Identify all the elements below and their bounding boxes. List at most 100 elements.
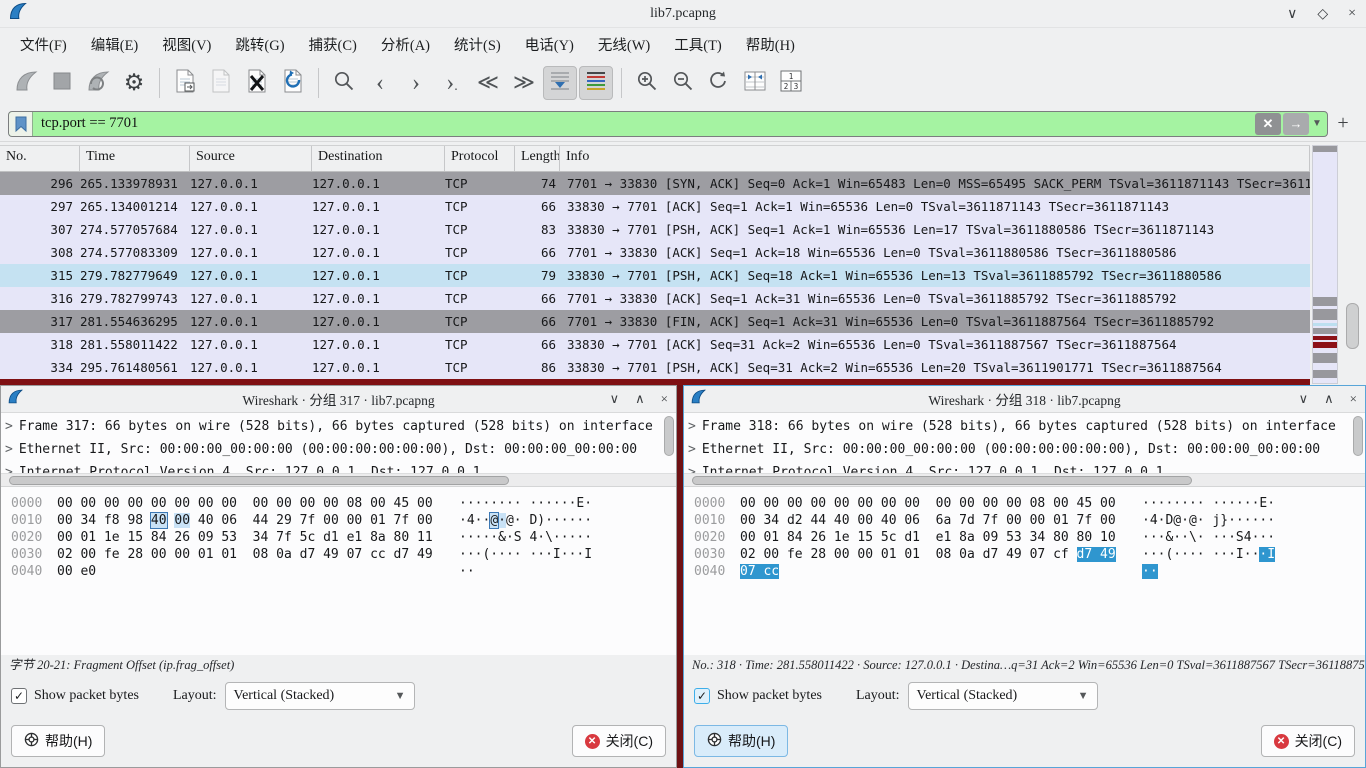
expander-icon[interactable]: > [5, 442, 13, 457]
menu-item-3[interactable]: 跳转(G) [225, 30, 294, 59]
packet-row-316[interactable]: 316279.782799743127.0.0.1127.0.0.1TCP667… [0, 287, 1310, 310]
menu-item-7[interactable]: 电话(Y) [515, 30, 584, 59]
minimize-icon[interactable]: ∨ [1287, 6, 1297, 23]
maximize-icon[interactable]: ∧ [635, 391, 645, 407]
hex-line[interactable]: 000000 00 00 00 00 00 00 00 00 00 00 00 … [11, 495, 676, 512]
close-icon[interactable]: × [1350, 391, 1357, 407]
save-file-button[interactable] [204, 66, 238, 100]
filter-add-button[interactable]: + [1328, 112, 1358, 135]
menu-item-5[interactable]: 分析(A) [371, 30, 440, 59]
minimize-icon[interactable]: ∨ [1299, 391, 1309, 407]
open-file-button[interactable] [168, 66, 202, 100]
column-destination[interactable]: Destination [312, 146, 445, 171]
filter-bookmark-icon[interactable] [9, 112, 33, 136]
packet-row-296[interactable]: 296265.133978931127.0.0.1127.0.0.1TCP747… [0, 172, 1310, 195]
stop-capture-button[interactable] [45, 66, 79, 100]
help-button[interactable]: 帮助(H) [11, 725, 105, 757]
hex-line[interactable]: 003002 00 fe 28 00 00 01 01 08 0a d7 49 … [11, 546, 676, 563]
column-protocol[interactable]: Protocol [445, 146, 515, 171]
start-capture-button[interactable] [9, 66, 43, 100]
tree-scrollbar-thumb[interactable] [1353, 416, 1363, 456]
expander-icon[interactable]: > [688, 419, 696, 434]
tree-scrollbar-thumb[interactable] [664, 416, 674, 456]
show-packet-bytes-checkbox[interactable]: ✓ [694, 688, 710, 704]
restart-capture-button[interactable] [81, 66, 115, 100]
reload-file-button[interactable] [276, 66, 310, 100]
go-next-packet-button[interactable]: › [399, 66, 433, 100]
capture-options-button[interactable]: ⚙ [117, 66, 151, 100]
tree-item[interactable]: >Internet Protocol Version 4, Src: 127.0… [688, 461, 1351, 473]
column-no[interactable]: No. [0, 146, 80, 171]
close-icon[interactable]: × [661, 391, 668, 407]
close-button[interactable]: ✕关闭(C) [572, 725, 666, 757]
display-filter-input[interactable] [33, 112, 1253, 136]
tree-item[interactable]: >Frame 318: 66 bytes on wire (528 bits),… [688, 415, 1351, 438]
hex-line[interactable]: 002000 01 1e 15 84 26 09 53 34 7f 5c d1 … [11, 529, 676, 546]
column-length[interactable]: Length [515, 146, 560, 171]
filter-dropdown-icon[interactable]: ▼ [1309, 113, 1325, 135]
packet-row-334[interactable]: 334295.761480561127.0.0.1127.0.0.1TCP863… [0, 356, 1310, 379]
horizontal-scrollbar-thumb[interactable] [692, 476, 1192, 485]
layout-select[interactable]: Vertical (Stacked)▼ [225, 682, 415, 710]
layout-select[interactable]: Vertical (Stacked)▼ [908, 682, 1098, 710]
packet-row-297[interactable]: 297265.134001214127.0.0.1127.0.0.1TCP663… [0, 195, 1310, 218]
maximize-icon[interactable]: ∧ [1324, 391, 1334, 407]
menu-item-4[interactable]: 捕获(C) [299, 30, 367, 59]
hex-line[interactable]: 004000 e0·· [11, 563, 676, 580]
hex-line[interactable]: 001000 34 d2 44 40 00 40 06 6a 7d 7f 00 … [694, 512, 1365, 529]
expander-icon[interactable]: > [5, 465, 13, 473]
go-last-packet-button[interactable]: ≫ [507, 66, 541, 100]
menu-item-8[interactable]: 无线(W) [588, 30, 660, 59]
hex-line[interactable]: 004007 cc·· [694, 563, 1365, 580]
resize-columns-button[interactable] [738, 66, 772, 100]
horizontal-scrollbar-thumb[interactable] [9, 476, 509, 485]
go-first-packet-button[interactable]: ≪ [471, 66, 505, 100]
menu-item-10[interactable]: 帮助(H) [736, 30, 805, 59]
column-info[interactable]: Info [560, 146, 1310, 171]
expander-icon[interactable]: > [688, 442, 696, 457]
intelligent-scrollbar-minimap[interactable] [1312, 145, 1338, 384]
go-previous-packet-button[interactable]: ‹ [363, 66, 397, 100]
filter-clear-icon[interactable]: ✕ [1255, 113, 1281, 135]
hex-line[interactable]: 000000 00 00 00 00 00 00 00 00 00 00 00 … [694, 495, 1365, 512]
horizontal-scrollbar[interactable] [684, 473, 1365, 487]
hex-line[interactable]: 002000 01 84 26 1e 15 5c d1 e1 8a 09 53 … [694, 529, 1365, 546]
close-icon[interactable]: × [1348, 6, 1356, 22]
expander-icon[interactable]: > [688, 465, 696, 473]
packet-row-307[interactable]: 307274.577057684127.0.0.1127.0.0.1TCP833… [0, 218, 1310, 241]
find-packet-button[interactable] [327, 66, 361, 100]
column-source[interactable]: Source [190, 146, 312, 171]
tree-item[interactable]: >Internet Protocol Version 4, Src: 127.0… [5, 461, 662, 473]
tree-item[interactable]: >Ethernet II, Src: 00:00:00_00:00:00 (00… [5, 438, 662, 461]
column-time[interactable]: Time [80, 146, 190, 171]
go-to-packet-button[interactable]: ›. [435, 66, 469, 100]
filter-apply-icon[interactable]: → [1283, 113, 1309, 135]
hex-line[interactable]: 003002 00 fe 28 00 00 01 01 08 0a d7 49 … [694, 546, 1365, 563]
horizontal-scrollbar[interactable] [1, 473, 676, 487]
auto-scroll-button[interactable] [543, 66, 577, 100]
help-button[interactable]: 帮助(H) [694, 725, 788, 757]
menu-item-9[interactable]: 工具(T) [664, 30, 732, 59]
tree-item[interactable]: >Frame 317: 66 bytes on wire (528 bits),… [5, 415, 662, 438]
menu-item-2[interactable]: 视图(V) [152, 30, 221, 59]
zoom-in-button[interactable] [630, 66, 664, 100]
close-button[interactable]: ✕关闭(C) [1261, 725, 1355, 757]
scrollbar-thumb[interactable] [1346, 303, 1359, 349]
maximize-icon[interactable]: ◇ [1317, 6, 1328, 23]
menu-item-6[interactable]: 统计(S) [444, 30, 511, 59]
expander-icon[interactable]: > [5, 419, 13, 434]
packet-row-317[interactable]: 317281.554636295127.0.0.1127.0.0.1TCP667… [0, 310, 1310, 333]
menu-item-0[interactable]: 文件(F) [10, 30, 77, 59]
hex-line[interactable]: 001000 34 f8 98 40 00 40 06 44 29 7f 00 … [11, 512, 676, 529]
packet-row-318[interactable]: 318281.558011422127.0.0.1127.0.0.1TCP663… [0, 333, 1310, 356]
colorize-packets-button[interactable] [579, 66, 613, 100]
layout-chooser-button[interactable]: 123 [774, 66, 808, 100]
close-file-button[interactable] [240, 66, 274, 100]
show-packet-bytes-checkbox[interactable]: ✓ [11, 688, 27, 704]
tree-item[interactable]: >Ethernet II, Src: 00:00:00_00:00:00 (00… [688, 438, 1351, 461]
minimize-icon[interactable]: ∨ [610, 391, 620, 407]
menu-item-1[interactable]: 编辑(E) [81, 30, 149, 59]
zoom-out-button[interactable] [666, 66, 700, 100]
zoom-reset-button[interactable] [702, 66, 736, 100]
packet-row-308[interactable]: 308274.577083309127.0.0.1127.0.0.1TCP667… [0, 241, 1310, 264]
